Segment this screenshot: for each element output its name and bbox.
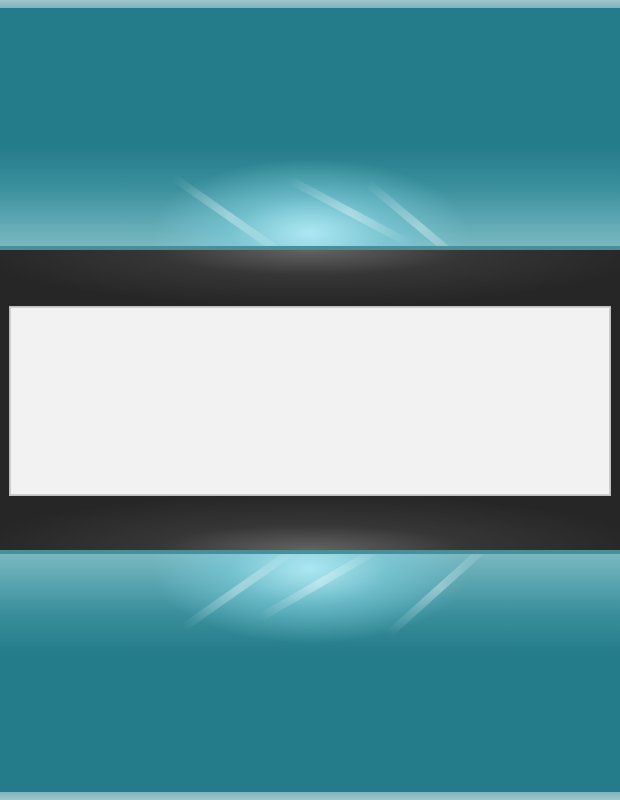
desktop-screen xyxy=(0,0,620,800)
band-sheen-top xyxy=(0,250,620,306)
bottom-edge-bar xyxy=(0,792,620,800)
wallpaper-top xyxy=(0,8,620,246)
band-sheen-bottom xyxy=(0,494,620,550)
top-edge-bar xyxy=(0,0,620,8)
wallpaper-bottom xyxy=(0,554,620,792)
dialog-panel xyxy=(10,307,610,495)
